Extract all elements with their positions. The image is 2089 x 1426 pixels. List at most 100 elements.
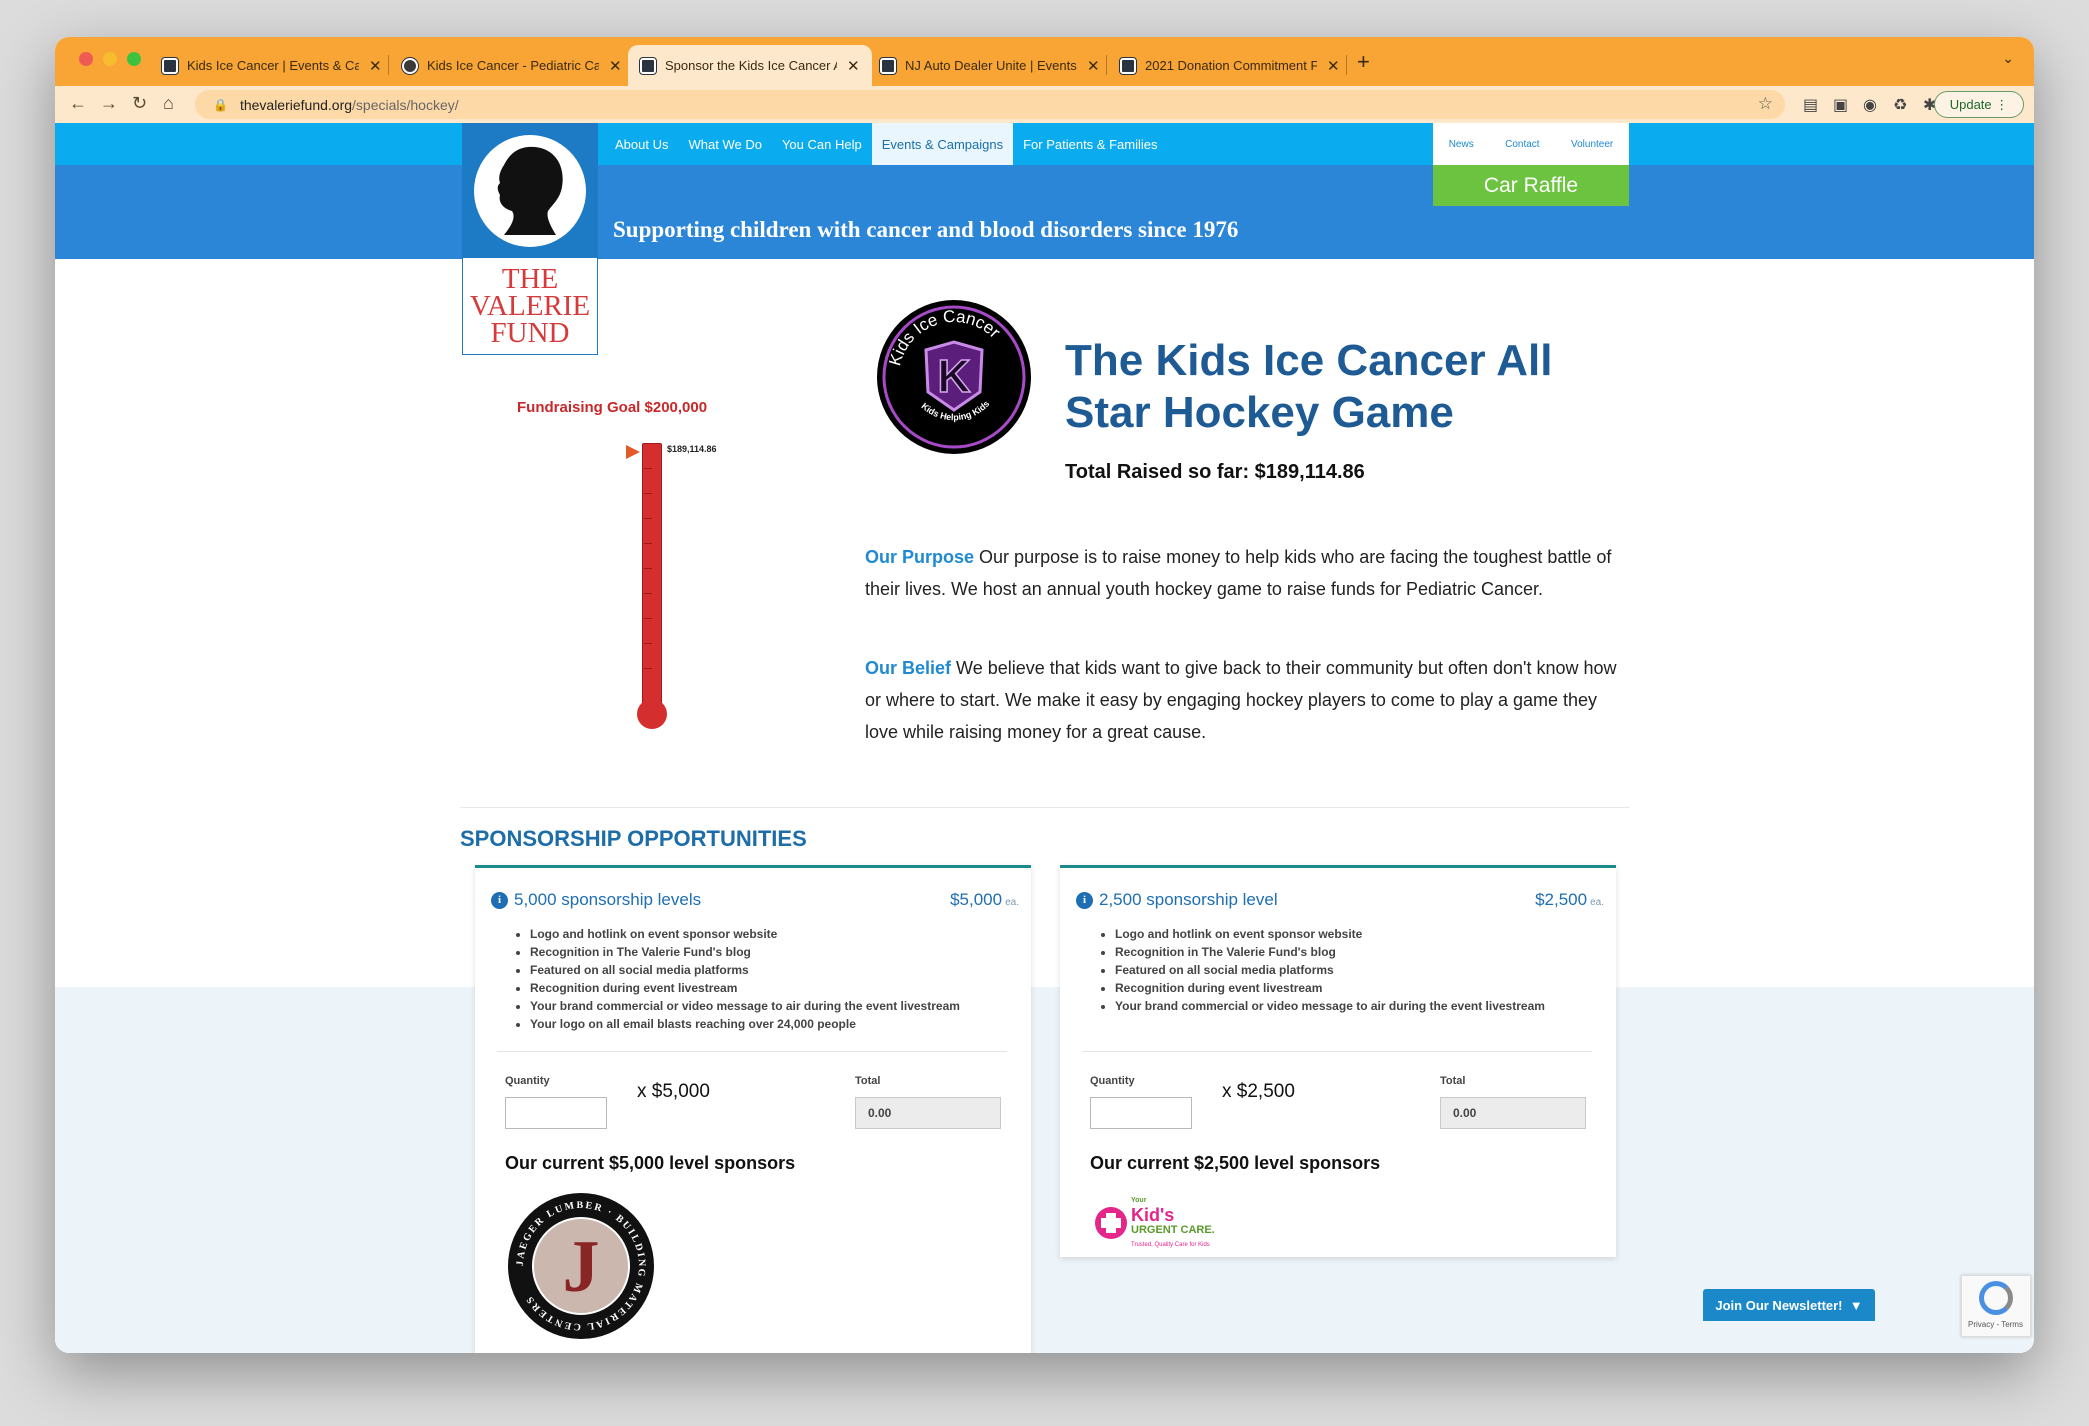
logo-text-line: VALERIE <box>469 290 591 322</box>
browser-tab-4[interactable]: NJ Auto Dealer Unite | Events & ✕ <box>868 45 1112 86</box>
newsletter-arrow-icon: ▼ <box>1849 1297 1863 1313</box>
main-menu: About Us What We Do You Can Help Events … <box>605 123 1167 165</box>
tab-strip: Kids Ice Cancer | Events & Cam ✕ Kids Ic… <box>55 37 2034 86</box>
total-field: 0.00 <box>855 1097 1001 1129</box>
logo-text-line: THE <box>501 263 559 295</box>
newsletter-label: Join Our Newsletter! <box>1715 1297 1843 1313</box>
menu-what-we-do[interactable]: What We Do <box>678 123 771 165</box>
info-icon[interactable]: i <box>491 891 508 909</box>
home-icon[interactable]: ⌂ <box>163 93 174 114</box>
current-sponsors-label: Our current $2,500 level sponsors <box>1090 1153 1381 1173</box>
info-icon[interactable]: i <box>1076 891 1093 909</box>
progress-pointer-icon <box>626 445 640 459</box>
extension-recycle-icon[interactable]: ♻ <box>1893 95 1907 115</box>
site-favicon-icon <box>880 57 896 74</box>
menu-patients-families[interactable]: For Patients & Families <box>1013 123 1167 165</box>
total-raised: Total Raised so far: $189,114.86 <box>1065 461 1365 483</box>
extension-screenshot-icon[interactable]: ▣ <box>1833 95 1848 115</box>
total-field: 0.00 <box>1440 1097 1586 1129</box>
recaptcha-text: Privacy - Terms <box>1968 1320 2023 1329</box>
update-button[interactable]: Update ⋮ <box>1934 91 2024 118</box>
benefit-item: Recognition during event livestream <box>530 979 960 997</box>
utility-links: News Contact Volunteer <box>1433 123 1629 165</box>
jaeger-ring-icon: JAEGER LUMBER · BUILDING MATERIAL CENTER… <box>511 1196 651 1336</box>
tab-close-icon[interactable]: ✕ <box>609 57 622 75</box>
browser-tab-1[interactable]: Kids Ice Cancer | Events & Cam ✕ <box>150 45 394 86</box>
quantity-input[interactable] <box>505 1097 607 1129</box>
silhouette-icon <box>497 146 563 235</box>
minimize-window-button[interactable] <box>103 52 117 66</box>
belief-text: We believe that kids want to give back t… <box>865 658 1617 742</box>
link-volunteer[interactable]: Volunteer <box>1571 139 1613 150</box>
tab-title: Sponsor the Kids Ice Cancer Al <box>665 58 837 73</box>
bookmark-star-icon[interactable]: ☆ <box>1758 94 1773 114</box>
card-title: i 2,500 sponsorship level <box>1076 890 1278 910</box>
medical-cross-icon <box>1095 1207 1127 1239</box>
kids-urgent-care-logo[interactable]: Your Kid's URGENT CARE. Trusted, Quality… <box>1095 1193 1215 1253</box>
unit-price: x $5,000 <box>637 1081 710 1102</box>
jaeger-letter: J <box>563 1226 600 1308</box>
join-newsletter-button[interactable]: Join Our Newsletter! ▼ <box>1703 1289 1875 1321</box>
tab-close-icon[interactable]: ✕ <box>369 57 382 75</box>
jaeger-lumber-logo[interactable]: JAEGER LUMBER · BUILDING MATERIAL CENTER… <box>508 1193 654 1339</box>
tab-close-icon[interactable]: ✕ <box>1087 57 1100 75</box>
globe-favicon-icon <box>402 57 418 74</box>
valerie-fund-logo[interactable]: THE VALERIE FUND <box>462 123 598 355</box>
menu-about-us[interactable]: About Us <box>605 123 678 165</box>
browser-tab-5[interactable]: 2021 Donation Commitment Fo ✕ <box>1108 45 1352 86</box>
address-bar[interactable]: 🔒 thevaleriefund.org/specials/hockey/ ☆ <box>195 90 1785 119</box>
logo-text-line: FUND <box>490 317 570 349</box>
tab-close-icon[interactable]: ✕ <box>847 57 860 75</box>
extension-spy-icon[interactable]: ◉ <box>1863 95 1877 115</box>
benefit-item: Recognition in The Valerie Fund's blog <box>1115 943 1545 961</box>
car-raffle-button[interactable]: Car Raffle <box>1433 165 1629 206</box>
browser-tab-2[interactable]: Kids Ice Cancer - Pediatric Ca ✕ <box>390 45 634 86</box>
tab-title: 2021 Donation Commitment Fo <box>1145 58 1317 73</box>
hockey-shield-icon: Kids Ice Cancer Kids Helping Kids K <box>882 305 1026 449</box>
window-controls <box>79 52 141 66</box>
toolbar: ← → ↻ ⌂ 🔒 thevaleriefund.org/specials/ho… <box>55 86 2034 123</box>
url-host: thevaleriefund.org <box>239 96 353 113</box>
site-favicon-icon <box>162 57 178 74</box>
header-band <box>55 165 2034 259</box>
urgent-tagline: Trusted, Quality Care for Kids <box>1131 1242 1210 1248</box>
tab-close-icon[interactable]: ✕ <box>1327 57 1340 75</box>
lock-icon[interactable]: 🔒 <box>213 98 228 112</box>
quantity-input[interactable] <box>1090 1097 1192 1129</box>
menu-events-campaigns[interactable]: Events & Campaigns <box>871 123 1014 165</box>
sponsorship-card-2500: i 2,500 sponsorship level $2,500ea. Logo… <box>1060 865 1616 1257</box>
forward-arrow-icon[interactable]: → <box>100 93 118 114</box>
benefit-item: Your brand commercial or video message t… <box>1115 997 1545 1015</box>
tab-search-chevron-icon[interactable]: ⌄ <box>2002 50 2014 67</box>
price-unit: ea. <box>1590 897 1604 908</box>
menu-you-can-help[interactable]: You Can Help <box>772 123 872 165</box>
browser-tab-3-active[interactable]: Sponsor the Kids Ice Cancer Al ✕ <box>628 45 872 86</box>
tab-title: NJ Auto Dealer Unite | Events & <box>905 58 1077 73</box>
tab-title: Kids Ice Cancer - Pediatric Ca <box>427 58 599 73</box>
price-value: $2,500 <box>1535 890 1588 909</box>
site-favicon-icon <box>640 57 656 74</box>
kids-ice-cancer-badge: Kids Ice Cancer Kids Helping Kids K <box>877 300 1031 454</box>
reload-icon[interactable]: ↻ <box>132 93 147 114</box>
back-arrow-icon[interactable]: ← <box>69 93 87 114</box>
extension-reader-icon[interactable]: ▤ <box>1803 95 1818 115</box>
maximize-window-button[interactable] <box>127 52 141 66</box>
recaptcha-badge[interactable]: Privacy - Terms <box>1961 1275 2031 1337</box>
fundraising-goal: Fundraising Goal $200,000 <box>517 399 708 416</box>
benefit-item: Your brand commercial or video message t… <box>530 997 960 1015</box>
close-window-button[interactable] <box>79 52 93 66</box>
total-label: Total <box>855 1075 881 1087</box>
new-tab-plus-icon[interactable]: + <box>1357 49 1370 75</box>
purpose-paragraph: Our Purpose Our purpose is to raise mone… <box>865 541 1625 605</box>
link-contact[interactable]: Contact <box>1505 139 1539 150</box>
link-news[interactable]: News <box>1449 139 1474 150</box>
total-label: Total <box>1440 1075 1466 1087</box>
card-price: $2,500 ea. <box>1535 890 1604 910</box>
card-title-text: 2,500 sponsorship level <box>1099 890 1278 909</box>
page-title: The Kids Ice Cancer All Star Hockey Game <box>1065 336 1553 437</box>
urgent-subtitle: URGENT CARE. <box>1131 1224 1215 1236</box>
quantity-label: Quantity <box>1090 1075 1135 1087</box>
price-value: $5,000 <box>950 890 1003 909</box>
belief-lead: Our Belief <box>865 658 952 678</box>
benefits-list: Logo and hotlink on event sponsor websit… <box>1115 925 1545 1015</box>
